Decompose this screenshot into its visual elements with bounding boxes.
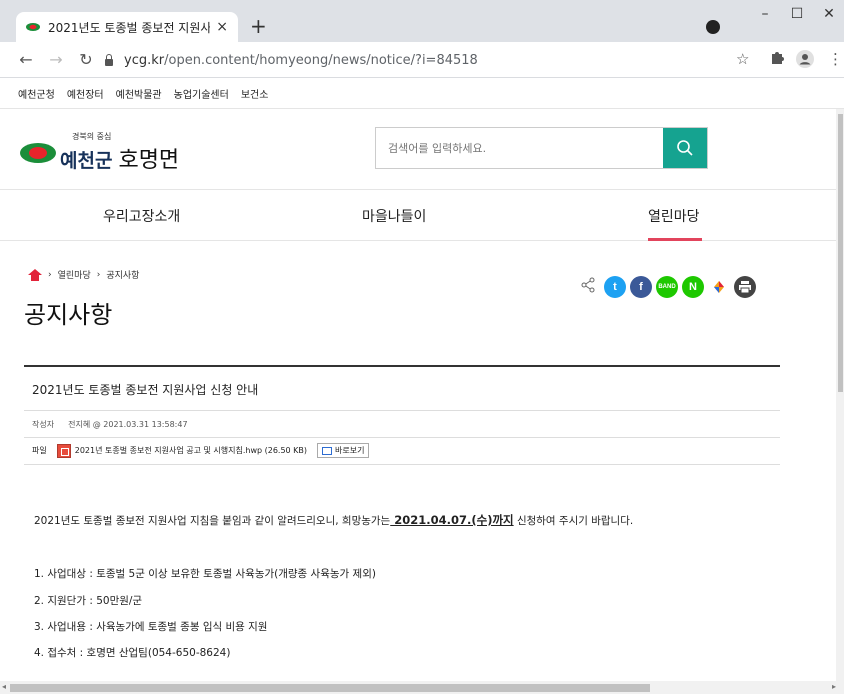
lock-icon — [104, 54, 114, 66]
browser-profile-icon[interactable] — [706, 20, 720, 34]
post-list-item: 3. 사업내용 : 사육농가에 토종벌 종봉 입식 비용 지원 — [34, 621, 268, 633]
forward-icon[interactable]: → — [46, 50, 66, 69]
horizontal-scroll-thumb[interactable] — [10, 684, 650, 692]
browser-tab[interactable]: 2021년도 토종벌 종보전 지원사 × — [16, 12, 238, 42]
site-logo[interactable]: 경북의 중심 예천군 호명면 — [20, 131, 179, 174]
bookmark-item[interactable]: 농업기술센터 — [174, 86, 229, 101]
bookmark-item[interactable]: 보건소 — [241, 86, 269, 101]
post-title: 2021년도 토종벌 종보전 지원사업 신청 안내 — [32, 383, 259, 397]
author-value: 전지혜 @ 2021.03.31 13:58:47 — [68, 420, 188, 429]
monitor-icon — [322, 446, 333, 455]
extensions-icon[interactable] — [770, 50, 784, 68]
hwp-file-icon — [56, 443, 71, 458]
logo-tagline: 경북의 중심 — [72, 132, 112, 141]
share-bar: t f BAND N — [580, 276, 756, 298]
back-icon[interactable]: ← — [16, 50, 36, 69]
post-list-item: 2. 지원단가 : 50만원/군 — [34, 595, 143, 607]
logo-town: 호명면 — [118, 148, 180, 173]
nav-item-village[interactable]: 마을나들이 — [362, 206, 426, 226]
tab-title: 2021년도 토종벌 종보전 지원사 — [48, 20, 211, 35]
bookmark-star-icon[interactable]: ☆ — [736, 50, 749, 68]
maximize-button[interactable]: ☐ — [782, 6, 812, 22]
preview-label: 바로보기 — [335, 446, 365, 455]
url-path: /open.content/homyeong/news/notice/?i=84… — [164, 52, 478, 68]
preview-button[interactable]: 바로보기 — [317, 443, 370, 458]
site-favicon-icon — [26, 20, 40, 34]
attachment-link[interactable]: 2021년 토종벌 종보전 지원사업 공고 및 시행지침.hwp (26.50 … — [75, 445, 307, 456]
divider — [24, 437, 780, 438]
bookmark-item[interactable]: 예천박물관 — [116, 86, 162, 101]
reload-icon[interactable]: ↻ — [76, 50, 96, 69]
url-host: ycg.kr — [124, 52, 165, 68]
naver-icon[interactable]: N — [682, 276, 704, 298]
twitter-icon[interactable]: t — [604, 276, 626, 298]
vertical-scroll-thumb[interactable] — [838, 114, 843, 392]
home-icon[interactable] — [28, 268, 42, 281]
minimize-button[interactable]: – — [750, 6, 780, 22]
page-title: 공지사항 — [24, 301, 113, 329]
print-icon[interactable] — [734, 276, 756, 298]
scroll-left-icon[interactable]: ◂ — [2, 682, 6, 691]
attachment-row: 파일 2021년 토종벌 종보전 지원사업 공고 및 시행지침.hwp (26.… — [32, 443, 370, 458]
band-icon[interactable]: BAND — [656, 276, 678, 298]
search-button[interactable] — [663, 128, 707, 168]
post-list-item: 4. 접수처 : 호명면 산업팀(054-650-8624) — [34, 647, 231, 659]
nav-item-intro[interactable]: 우리고장소개 — [103, 206, 180, 226]
account-icon[interactable] — [796, 50, 814, 72]
facebook-icon[interactable]: f — [630, 276, 652, 298]
browser-toolbar: ← → ↻ ycg.kr /open.content/homyeong/news… — [0, 42, 844, 78]
browser-menu-icon[interactable]: ⋮ — [828, 50, 843, 68]
browser-titlebar: 2021년도 토종벌 종보전 지원사 × + – ☐ ✕ — [0, 0, 844, 42]
divider — [24, 464, 780, 465]
share-icon[interactable] — [580, 277, 596, 297]
kakaostory-icon[interactable] — [708, 276, 730, 298]
post-list-item: 1. 사업대상 : 토종벌 5군 이상 보유한 토종벌 사육농가(개량종 사육농… — [34, 568, 376, 580]
window-close-button[interactable]: ✕ — [814, 6, 844, 22]
logo-emblem-icon — [20, 140, 58, 166]
new-tab-button[interactable]: + — [250, 14, 267, 38]
nav-item-open[interactable]: 열린마당 — [648, 206, 700, 226]
breadcrumb-item[interactable]: 열린마당 — [58, 268, 91, 281]
bookmarks-bar: 예천군청 예천장터 예천박물관 농업기술센터 보건소 — [0, 79, 844, 109]
deadline-text: 2021.04.07.(수)까지 — [390, 513, 514, 527]
tab-close-icon[interactable]: × — [216, 19, 228, 35]
search-input[interactable] — [376, 128, 663, 168]
main-navigation: 우리고장소개 마을나들이 열린마당 — [0, 189, 840, 241]
scroll-right-icon[interactable]: ▸ — [832, 682, 836, 691]
post-meta: 작성자 전지혜 @ 2021.03.31 13:58:47 — [32, 419, 188, 430]
divider — [24, 410, 780, 411]
search-icon — [677, 140, 693, 156]
nav-active-indicator — [648, 238, 702, 241]
address-bar[interactable]: ycg.kr /open.content/homyeong/news/notic… — [104, 47, 694, 73]
breadcrumb-item[interactable]: 공지사항 — [106, 268, 139, 281]
logo-county: 예천군 — [60, 150, 113, 172]
post-intro: 2021년도 토종벌 종보전 지원사업 지침을 붙임과 같이 알려드리오니, 희… — [34, 513, 634, 527]
breadcrumb: › 열린마당 › 공지사항 — [28, 268, 139, 281]
site-search — [375, 127, 708, 169]
post-top-rule — [24, 365, 780, 367]
author-label: 작성자 — [32, 420, 55, 429]
bookmark-item[interactable]: 예천군청 — [18, 86, 55, 101]
file-label: 파일 — [32, 446, 47, 455]
bookmark-item[interactable]: 예천장터 — [67, 86, 104, 101]
